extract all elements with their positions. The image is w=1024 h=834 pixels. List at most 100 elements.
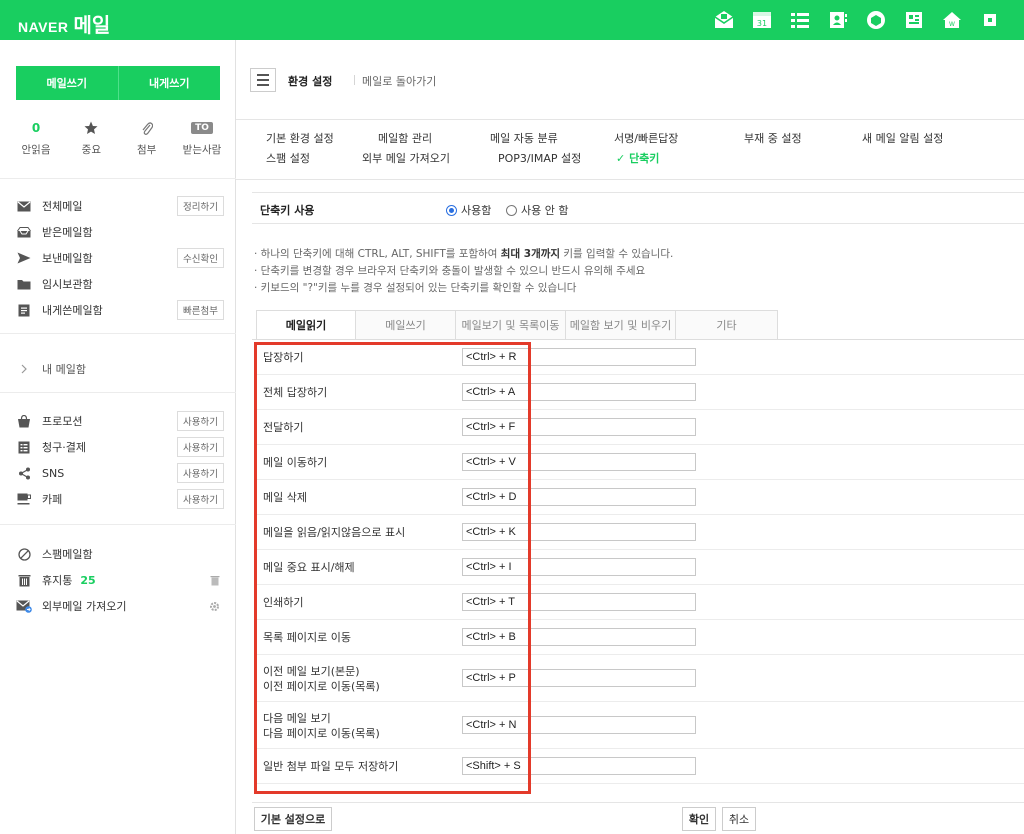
enable-button[interactable]: 사용하기	[177, 463, 224, 483]
shortcut-key-input[interactable]	[462, 418, 696, 436]
top-bar: NAVER 메일 31 W	[0, 0, 1024, 40]
sidebar-item-my-mailbox[interactable]: 내 메일함	[16, 358, 224, 380]
shortcut-off-radio[interactable]: 사용 안 함	[506, 202, 568, 218]
folder-label: 스팸메일함	[42, 548, 93, 561]
shortcut-action-label: 전체 답장하기	[263, 386, 328, 399]
organize-button[interactable]: 정리하기	[177, 196, 224, 216]
quick-attach-button[interactable]: 빠른첨부	[177, 300, 224, 320]
shortcut-key-input[interactable]	[462, 488, 696, 506]
nav-signature[interactable]: 서명/빠른답장	[614, 130, 678, 146]
shortcut-key-input[interactable]	[462, 757, 696, 775]
nav-spam-settings[interactable]: 스팸 설정	[266, 150, 310, 166]
nav-external-mail[interactable]: 외부 메일 가져오기	[362, 150, 450, 166]
compose-to-self-button[interactable]: 내게쓰기	[117, 66, 221, 100]
sidebar-item-drafts[interactable]: 임시보관함	[16, 273, 224, 295]
recipient-label: 받는사람	[182, 144, 222, 156]
cancel-button[interactable]: 취소	[722, 807, 756, 831]
memo-icon[interactable]	[902, 9, 926, 31]
chevron-right-icon	[16, 362, 32, 376]
shortcut-key-input[interactable]	[462, 523, 696, 541]
sidebar-item-inbox[interactable]: 받은메일함	[16, 221, 224, 243]
share-icon	[16, 466, 32, 480]
menu-toggle-button[interactable]	[250, 68, 276, 92]
sidebar-item-self-mail[interactable]: 내게쓴메일함 빠른첨부	[16, 299, 224, 321]
logo-service: 메일	[73, 13, 111, 37]
back-to-mail-link[interactable]: 메일로 돌아가기	[362, 73, 436, 89]
tab-etc[interactable]: 기타	[676, 310, 778, 340]
sidebar-item-promotion[interactable]: 프로모션 사용하기	[16, 410, 224, 432]
mail-app-icon[interactable]	[712, 9, 736, 31]
nav-mailbox-management[interactable]: 메일함 관리	[378, 130, 432, 146]
shortcut-key-input[interactable]	[462, 453, 696, 471]
compose-mail-button[interactable]: 메일쓰기	[16, 66, 118, 100]
gear-icon[interactable]	[209, 601, 220, 612]
folder-label: SNS	[42, 466, 65, 480]
confirm-button[interactable]: 확인	[682, 807, 716, 831]
bottom-actions-divider	[252, 802, 1024, 803]
cube-icon[interactable]	[864, 9, 888, 31]
folder-icon	[16, 277, 32, 291]
shortcut-key-input[interactable]	[462, 716, 696, 734]
unread-filter[interactable]: 0 안읽음	[14, 120, 58, 157]
svg-text:W: W	[949, 21, 955, 28]
enable-button[interactable]: 사용하기	[177, 437, 224, 457]
contacts-icon[interactable]	[826, 9, 850, 31]
to-badge-icon: TO	[191, 122, 213, 134]
shortcut-on-radio[interactable]: 사용함	[446, 202, 491, 218]
sidebar-item-external-mail[interactable]: 외부메일 가져오기	[16, 595, 224, 617]
list-icon[interactable]	[788, 9, 812, 31]
radio-checked-icon	[446, 204, 457, 216]
nav-new-mail-alert[interactable]: 새 메일 알림 설정	[862, 130, 943, 146]
tab-mail-write[interactable]: 메일쓰기	[356, 310, 456, 340]
folder-label: 전체메일	[42, 200, 83, 213]
reset-default-button[interactable]: 기본 설정으로	[254, 807, 332, 831]
shortcut-key-input[interactable]	[462, 628, 696, 646]
tab-mail-view-list[interactable]: 메일보기 및 목록이동	[456, 310, 566, 340]
trash-count: 25	[80, 573, 96, 587]
tab-mail-read[interactable]: 메일읽기	[256, 310, 356, 340]
important-filter[interactable]: 중요	[69, 120, 113, 157]
shopping-bag-icon	[16, 414, 32, 428]
cafe-icon	[16, 492, 32, 506]
read-receipt-button[interactable]: 수신확인	[177, 248, 224, 268]
enable-button[interactable]: 사용하기	[177, 489, 224, 509]
shortcut-action-label: 이전 메일 보기(본문) 이전 페이지로 이동(목록)	[263, 665, 380, 693]
trash-icon	[16, 573, 32, 587]
shortcut-action-label: 인쇄하기	[263, 596, 304, 609]
shortcut-table: 답장하기전체 답장하기전달하기메일 이동하기메일 삭제메일을 읽음/읽지않음으로…	[256, 340, 1024, 784]
shortcut-key-input[interactable]	[462, 669, 696, 687]
sidebar-item-all-mail[interactable]: 전체메일 정리하기	[16, 195, 224, 217]
naver-mail-logo[interactable]: NAVER 메일	[18, 9, 110, 38]
document-icon	[16, 303, 32, 317]
shortcut-action-label: 전달하기	[263, 421, 304, 434]
sidebar-item-cafe[interactable]: 카페 사용하기	[16, 488, 224, 510]
square-icon[interactable]	[978, 9, 1002, 31]
shortcut-key-input[interactable]	[462, 593, 696, 611]
shortcut-key-input[interactable]	[462, 558, 696, 576]
attachment-filter[interactable]: 첨부	[125, 120, 169, 157]
shortcut-enable-row: 단축키 사용 사용함 사용 안 함	[252, 192, 1024, 224]
nav-away[interactable]: 부재 중 설정	[744, 130, 802, 146]
home-icon[interactable]: W	[940, 9, 964, 31]
sidebar-item-spam[interactable]: 스팸메일함	[16, 543, 224, 565]
tab-mailbox-view-empty[interactable]: 메일함 보기 및 비우기	[566, 310, 676, 340]
nav-auto-sort[interactable]: 메일 자동 분류	[490, 130, 558, 146]
calendar-icon[interactable]: 31	[750, 9, 774, 31]
sidebar-item-trash[interactable]: 휴지통 25	[16, 569, 224, 591]
recipient-filter[interactable]: TO 받는사람	[180, 120, 224, 157]
sidebar-item-sent[interactable]: 보낸메일함 수신확인	[16, 247, 224, 269]
empty-trash-icon[interactable]	[210, 575, 220, 586]
nav-basic-settings[interactable]: 기본 환경 설정	[266, 130, 334, 146]
sidebar-item-billing[interactable]: 청구·결제 사용하기	[16, 436, 224, 458]
shortcut-row: 답장하기	[256, 340, 1024, 375]
enable-button[interactable]: 사용하기	[177, 411, 224, 431]
my-mailbox-label: 내 메일함	[42, 363, 86, 376]
shortcut-action-label: 다음 메일 보기 다음 페이지로 이동(목록)	[263, 712, 380, 740]
nav-pop3-imap[interactable]: POP3/IMAP 설정	[498, 150, 581, 166]
shortcut-notes: · 하나의 단축키에 대해 CTRL, ALT, SHIFT를 포함하여 최대 …	[254, 246, 673, 297]
nav-shortcuts[interactable]: ✓ 단축키	[616, 150, 659, 166]
sidebar-divider	[0, 524, 236, 525]
shortcut-key-input[interactable]	[462, 383, 696, 401]
shortcut-key-input[interactable]	[462, 348, 696, 366]
sidebar-item-sns[interactable]: SNS 사용하기	[16, 462, 224, 484]
